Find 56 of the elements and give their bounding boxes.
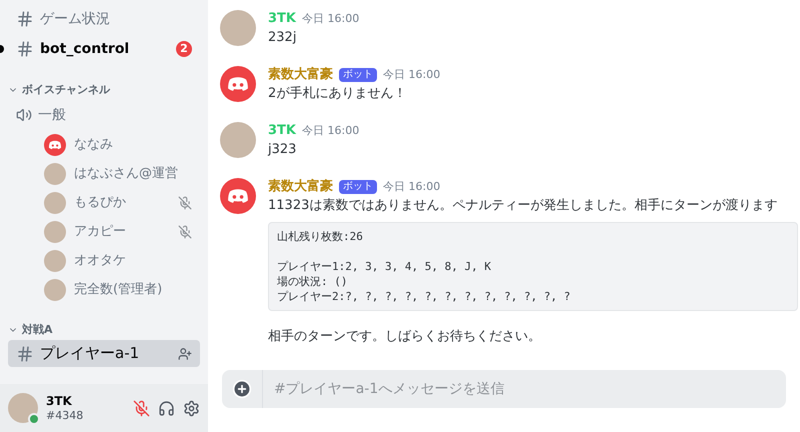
timestamp: 今日 16:00 (383, 178, 440, 195)
bot-tag: ボット (339, 68, 377, 82)
timestamp: 今日 16:00 (302, 122, 360, 139)
message-text: 11323は素数ではありません。ペナルティーが発生しました。相手にターンが渡ります (268, 197, 778, 215)
message-text: 2が手札にありません！ (268, 85, 408, 103)
voice-user-name[interactable]: アカピー (74, 222, 170, 242)
avatar-photo-placeholder (44, 278, 66, 300)
code-line: プレイヤー2:?, ?, ?, ?, ?, ?, ?, ?, ?, ?, ?, ? (277, 289, 570, 304)
discord-avatar-icon (44, 134, 66, 156)
bot-tag: ボット (339, 180, 377, 194)
code-line: 場の状況: () (277, 274, 348, 289)
voice-user-name[interactable]: 完全数(管理者) (74, 280, 192, 300)
speaker-icon (16, 107, 32, 123)
author-name[interactable]: 素数大富豪 (268, 65, 333, 85)
code-line: 山札残り枚数:26 (277, 229, 363, 244)
add-user-icon[interactable] (178, 346, 192, 360)
voice-channel-item[interactable]: 一般 (8, 100, 200, 130)
message-text: j323 (268, 141, 298, 159)
unread-count: 2 (176, 41, 192, 57)
settings-icon[interactable] (183, 400, 200, 416)
channel-item[interactable]: bot_control 2 (8, 34, 200, 64)
avatar-photo-placeholder (44, 162, 66, 184)
hash-icon (16, 344, 34, 362)
avatar-photo-placeholder (8, 393, 38, 423)
message-text: 232j (268, 29, 298, 47)
channel-name: bot_control (40, 40, 130, 58)
hash-icon (16, 10, 34, 28)
channel-item[interactable]: プレイヤーa-1 (8, 340, 200, 367)
channel-name: ゲーム状況 (40, 10, 111, 28)
message-text: 相手のターンです。しばらくお待ちください。 (268, 328, 542, 346)
avatar-photo-placeholder (44, 250, 66, 272)
unread-indicator (0, 45, 4, 53)
voice-user-name[interactable]: ななみ (74, 134, 192, 154)
timestamp: 今日 16:00 (383, 66, 440, 83)
mic-off-icon[interactable] (133, 400, 150, 416)
voice-user-name[interactable]: もるぴか (74, 192, 170, 212)
code-line: プレイヤー1:2, 3, 3, 4, 5, 8, J, K (277, 259, 491, 274)
channel-item[interactable]: ゲーム状況 (8, 4, 200, 34)
timestamp: 今日 16:00 (302, 10, 360, 27)
username: 3TK (46, 394, 73, 409)
avatar-photo-placeholder (44, 192, 66, 214)
category-header[interactable]: 対戦A (8, 320, 200, 340)
avatar-photo-placeholder (220, 122, 256, 158)
avatar-photo-placeholder (44, 220, 66, 242)
avatar-photo-placeholder (220, 10, 256, 46)
author-name[interactable]: 素数大富豪 (268, 177, 333, 197)
headphones-icon[interactable] (158, 400, 175, 416)
hash-icon (16, 40, 34, 58)
message-field[interactable]: #プレイヤーa-1へメッセージを送信 (222, 370, 786, 408)
category-header[interactable]: ボイスチャンネル (8, 80, 200, 100)
voice-user-name[interactable]: オオタケ (74, 250, 192, 270)
voice-user-name[interactable]: はなぶさん@運営 (74, 164, 192, 184)
discord-avatar-icon (220, 178, 256, 214)
user-tag: #4348 (46, 408, 125, 422)
discord-avatar-icon (220, 66, 256, 102)
online-status-icon (28, 413, 40, 425)
